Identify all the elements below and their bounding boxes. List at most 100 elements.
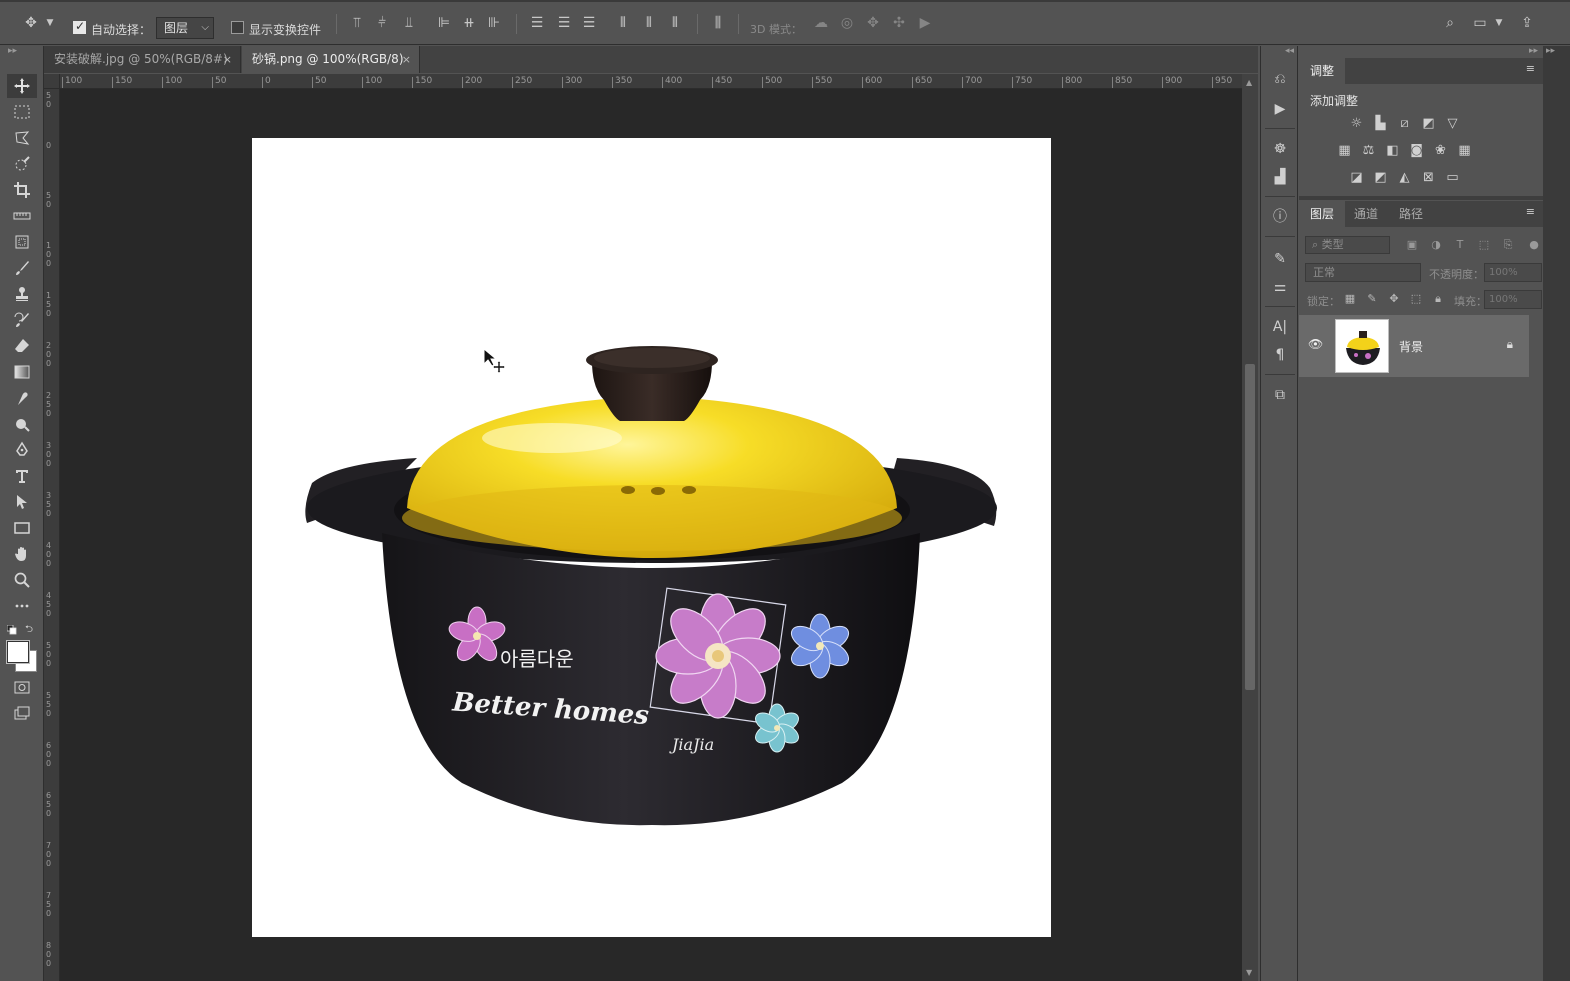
posterize-icon[interactable]: ◩: [1372, 170, 1389, 185]
blend-mode-select[interactable]: 正常: [1305, 263, 1421, 282]
stamp-tool[interactable]: [7, 282, 37, 306]
panel-menu-icon[interactable]: ≡: [1526, 62, 1535, 75]
3d-orbit-icon[interactable]: ☁: [812, 14, 830, 32]
hand-tool[interactable]: [7, 542, 37, 566]
lasso-tool[interactable]: [7, 126, 37, 150]
distribute-left-icon[interactable]: ⫴: [614, 14, 632, 32]
vertical-scrollbar[interactable]: ▲ ▼: [1242, 74, 1258, 981]
navigator-panel-icon[interactable]: ☸: [1271, 140, 1289, 158]
3d-camera-icon[interactable]: ▶: [916, 14, 934, 32]
quick-mask-tool[interactable]: [7, 675, 37, 699]
channel-mixer-icon[interactable]: ❀: [1432, 143, 1449, 158]
distribute-bottom-icon[interactable]: ☰: [580, 14, 598, 32]
levels-icon[interactable]: ▙: [1372, 116, 1389, 131]
hue-saturation-icon[interactable]: ▦: [1336, 143, 1353, 158]
dodge-tool[interactable]: [7, 412, 37, 436]
align-right-icon[interactable]: ⊪: [485, 14, 503, 32]
frame-tool[interactable]: [7, 230, 37, 254]
move-tool-preset-icon[interactable]: ✥: [22, 14, 40, 32]
chevron-down-icon[interactable]: ▼: [44, 14, 56, 32]
properties-panel-icon[interactable]: ⚌: [1271, 278, 1289, 296]
filter-smart-icon[interactable]: ⎘: [1501, 238, 1515, 252]
3d-roll-icon[interactable]: ◎: [838, 14, 856, 32]
scroll-down-icon[interactable]: ▼: [1246, 968, 1252, 977]
photo-filter-icon[interactable]: ◙: [1408, 143, 1425, 158]
align-hcenter-icon[interactable]: ⧺: [460, 14, 478, 32]
3d-pan-icon[interactable]: ✥: [864, 14, 882, 32]
history-brush-tool[interactable]: [7, 308, 37, 332]
lock-all-icon[interactable]: 🔒︎: [1431, 292, 1445, 306]
curves-icon[interactable]: ⧄: [1396, 116, 1413, 131]
tab-install-jpg[interactable]: 安装破解.jpg @ 50%(RGB/8#) ×: [44, 46, 241, 73]
fill-input[interactable]: 100%: [1484, 290, 1542, 309]
3d-panel-icon[interactable]: ⧉: [1271, 386, 1289, 404]
filter-type-icon[interactable]: T: [1453, 238, 1467, 252]
info-panel-icon[interactable]: ⓘ: [1271, 208, 1289, 226]
gradient-tool[interactable]: [7, 360, 37, 384]
more-tools[interactable]: [7, 594, 37, 618]
lock-artboard-icon[interactable]: ⬚: [1409, 292, 1423, 306]
foreground-color-swatch[interactable]: [6, 640, 30, 664]
scrollbar-thumb[interactable]: [1245, 364, 1255, 690]
opacity-input[interactable]: 100%: [1484, 263, 1542, 282]
layer-filter-select[interactable]: ⌕ 类型: [1305, 236, 1390, 254]
scroll-up-icon[interactable]: ▲: [1246, 78, 1252, 87]
eye-icon[interactable]: 👁︎: [1308, 337, 1323, 351]
history-panel-icon[interactable]: ⎌: [1271, 70, 1289, 88]
collapse-icon[interactable]: ▸▸: [1546, 46, 1555, 56]
ruler-tool[interactable]: [7, 204, 37, 228]
lock-pixels-icon[interactable]: ✎: [1365, 292, 1379, 306]
filter-pixel-icon[interactable]: ▣: [1405, 238, 1419, 252]
histogram-panel-icon[interactable]: ▟: [1271, 168, 1289, 186]
paragraph-panel-icon[interactable]: ¶: [1271, 346, 1289, 364]
eraser-tool[interactable]: [7, 334, 37, 358]
color-lookup-icon[interactable]: ▦: [1456, 143, 1473, 158]
invert-icon[interactable]: ◪: [1348, 170, 1365, 185]
pen-tool[interactable]: [7, 438, 37, 462]
document-canvas[interactable]: 아름다운 Better homes JiaJia: [252, 138, 1051, 937]
align-bottom-icon[interactable]: ⫫: [400, 14, 418, 32]
swap-colors-icon[interactable]: ⮌: [25, 622, 33, 639]
distribute-top-icon[interactable]: ☰: [528, 14, 546, 32]
tab-casserole-png[interactable]: 砂锅.png @ 100%(RGB/8) ×: [242, 46, 420, 73]
filter-toggle-icon[interactable]: ●: [1527, 238, 1541, 252]
path-select-tool[interactable]: [7, 490, 37, 514]
ruler-origin[interactable]: [44, 74, 60, 89]
align-vcenter-icon[interactable]: ⫩: [373, 14, 391, 32]
vibrance-icon[interactable]: ▽: [1444, 116, 1461, 131]
auto-select-target-select[interactable]: 图层 ⌵: [156, 17, 214, 39]
align-left-icon[interactable]: ⊫: [435, 14, 453, 32]
brightness-icon[interactable]: ☼: [1348, 116, 1365, 131]
collapse-icon[interactable]: ◂◂: [1285, 46, 1294, 56]
type-tool[interactable]: [7, 464, 37, 488]
tab-channels[interactable]: 通道: [1343, 201, 1389, 227]
panel-menu-icon[interactable]: ≡: [1526, 205, 1535, 218]
lock-transparent-icon[interactable]: ▦: [1343, 292, 1357, 306]
brush-tool[interactable]: [7, 256, 37, 280]
workspace-icon[interactable]: ▭: [1471, 14, 1489, 32]
quick-select-tool[interactable]: [7, 152, 37, 176]
align-top-icon[interactable]: ⫪: [348, 14, 366, 32]
filter-adjustment-icon[interactable]: ◑: [1429, 238, 1443, 252]
character-panel-icon[interactable]: A|: [1271, 318, 1289, 336]
selective-color-icon[interactable]: ⊠: [1420, 170, 1437, 185]
gradient-map-icon[interactable]: ▭: [1444, 170, 1461, 185]
tab-adjustments[interactable]: 调整: [1299, 58, 1346, 84]
share-icon[interactable]: ⇪: [1518, 14, 1536, 32]
zoom-tool[interactable]: [7, 568, 37, 592]
show-transform-checkbox[interactable]: [231, 21, 244, 34]
chevron-down-icon[interactable]: ▼: [1493, 14, 1505, 32]
tab-paths[interactable]: 路径: [1388, 201, 1434, 227]
close-icon[interactable]: ×: [223, 46, 232, 73]
search-icon[interactable]: ⌕: [1441, 14, 1459, 32]
distribute-hcenter-icon[interactable]: ⫴: [640, 14, 658, 32]
distribute-vcenter-icon[interactable]: ☰: [555, 14, 573, 32]
move-tool[interactable]: [7, 74, 37, 98]
actions-panel-icon[interactable]: ▶: [1271, 100, 1289, 118]
smudge-tool[interactable]: [7, 386, 37, 410]
collapse-icon[interactable]: ▸▸: [1529, 46, 1538, 56]
default-colors-icon[interactable]: [6, 624, 17, 635]
screen-mode-tool[interactable]: [7, 701, 37, 725]
rectangle-tool[interactable]: [7, 516, 37, 540]
color-balance-icon[interactable]: ⚖: [1360, 143, 1377, 158]
